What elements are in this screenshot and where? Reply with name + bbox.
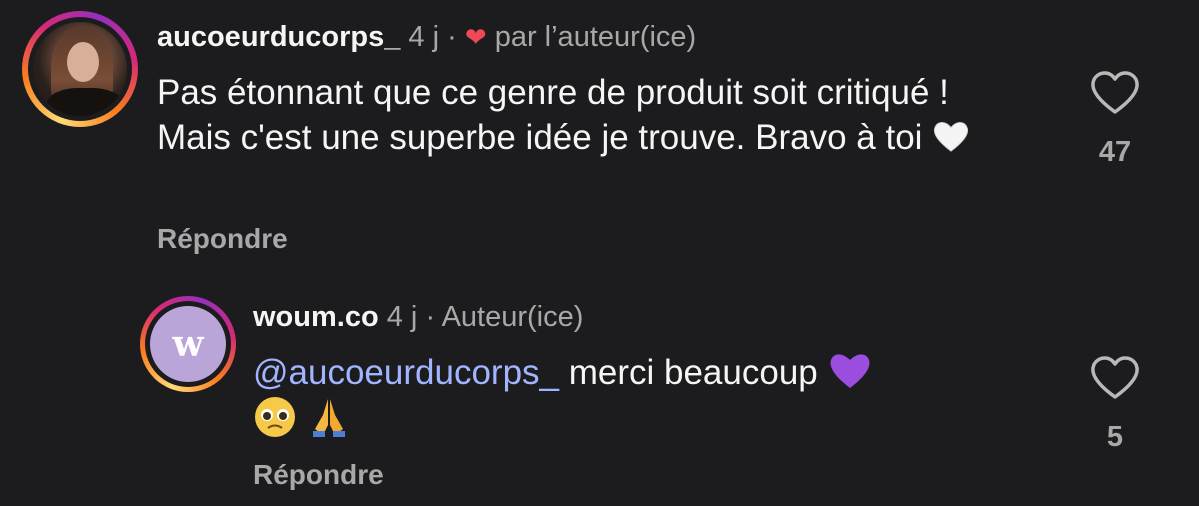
like-count: 47	[1098, 136, 1132, 168]
separator: ·	[447, 21, 457, 53]
reply-button[interactable]: Répondre	[253, 459, 384, 491]
purple-heart-icon	[830, 354, 869, 388]
comment-text: @aucoeurducorps_ merci beaucoup	[253, 350, 1013, 442]
like-column: 5	[1080, 355, 1150, 454]
reply-button[interactable]: Répondre	[157, 223, 288, 255]
avatar[interactable]	[22, 11, 138, 127]
like-heart-icon[interactable]	[1089, 70, 1141, 116]
heart-icon: ❤	[464, 22, 487, 52]
comment-meta: aucoeurducorps_ 4 j · ❤ par l’auteur(ice…	[157, 21, 696, 54]
separator: ·	[425, 301, 436, 333]
profile-photo	[33, 22, 127, 116]
brand-logo: w	[150, 306, 226, 382]
like-heart-icon[interactable]	[1089, 355, 1141, 401]
author-label: Auteur(ice)	[441, 301, 584, 333]
mention-link[interactable]: @aucoeurducorps_	[253, 353, 559, 392]
timestamp: 4 j	[408, 21, 440, 53]
white-heart-icon	[934, 122, 969, 152]
timestamp: 4 j	[386, 301, 418, 333]
pleading-face-icon	[255, 397, 295, 437]
avatar[interactable]: w	[140, 296, 236, 392]
username[interactable]: aucoeurducorps_	[157, 21, 400, 53]
username[interactable]: woum.co	[253, 301, 379, 333]
like-column: 47	[1080, 70, 1150, 169]
liked-by-author-label: par l’auteur(ice)	[494, 21, 697, 53]
comment-text: Pas étonnant que ce genre de produit soi…	[157, 70, 987, 160]
like-count: 5	[1106, 421, 1124, 453]
folded-hands-icon	[312, 399, 345, 437]
comment-meta: woum.co 4 j · Auteur(ice)	[253, 301, 583, 334]
